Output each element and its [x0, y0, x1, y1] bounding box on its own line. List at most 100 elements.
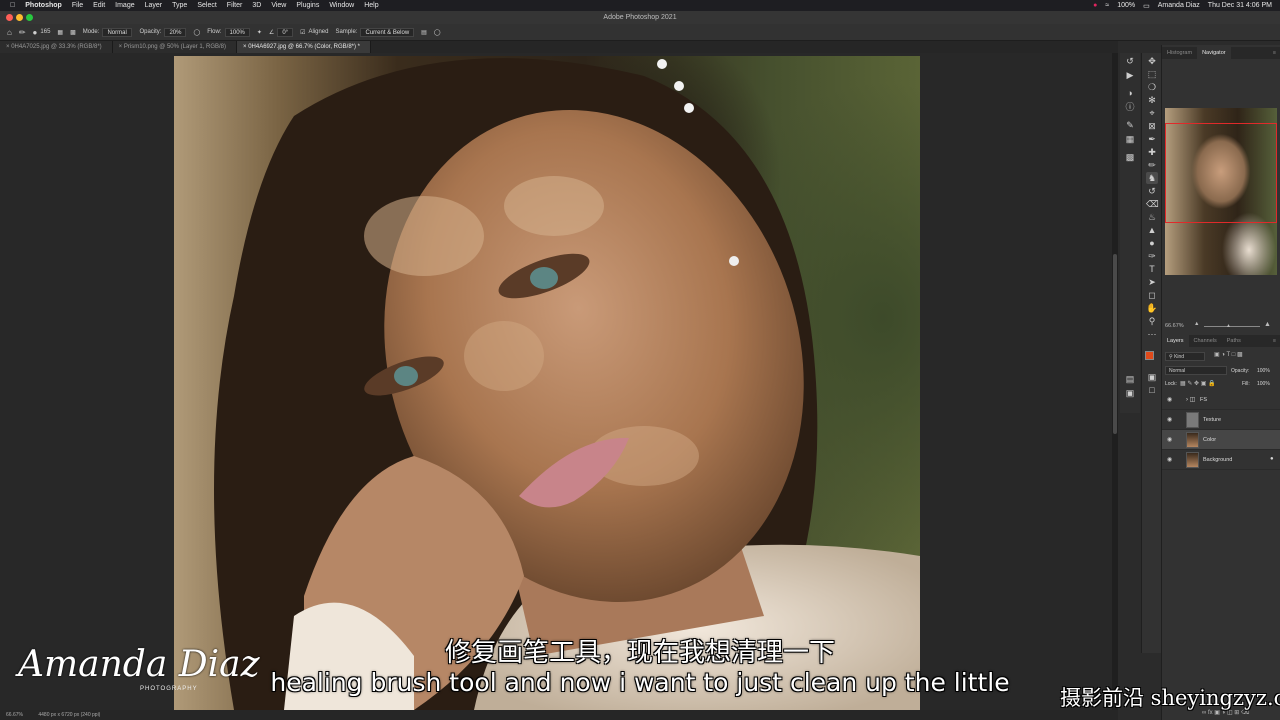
healing-brush-tool-icon[interactable]: ✏	[19, 28, 26, 37]
hand-tool-icon[interactable]: ✋	[1146, 302, 1158, 314]
quick-mask-icon[interactable]: ▣	[1146, 371, 1158, 383]
menu-window[interactable]: Window	[329, 2, 354, 9]
path-selection-tool-icon[interactable]: ➤	[1146, 276, 1158, 288]
adjustments-panel-icon[interactable]: ◑	[1124, 87, 1136, 99]
visibility-eye-icon[interactable]: ◉	[1167, 416, 1172, 423]
clone-source-icon[interactable]: ▩	[70, 29, 76, 36]
layer-color[interactable]: ◉ Color	[1162, 430, 1280, 450]
type-tool-icon[interactable]: T	[1146, 263, 1158, 275]
status-zoom[interactable]: 66.67%	[6, 712, 23, 718]
sample-select[interactable]: Current & Below	[360, 27, 415, 37]
paint-bucket-tool-icon[interactable]: ♨	[1146, 211, 1158, 223]
more-tools-icon[interactable]: ⋯	[1146, 328, 1158, 340]
user-name[interactable]: Amanda Diaz	[1158, 2, 1200, 9]
menu-help[interactable]: Help	[364, 2, 378, 9]
eyedropper-tool-icon[interactable]: ✒	[1146, 133, 1158, 145]
move-tool-icon[interactable]: ✥	[1146, 55, 1158, 67]
zoom-in-icon[interactable]: ▲	[1264, 321, 1271, 328]
libraries-panel-icon[interactable]: ▣	[1124, 387, 1136, 399]
layer-opacity-field[interactable]: 100%	[1257, 368, 1270, 374]
layer-background[interactable]: ◉ Background ●	[1162, 450, 1280, 470]
visibility-eye-icon[interactable]: ◉	[1167, 436, 1172, 443]
blur-tool-icon[interactable]: ▲	[1146, 224, 1158, 236]
close-window-icon[interactable]	[6, 14, 13, 21]
ignore-adjustment-layers-icon[interactable]: ▤	[421, 29, 427, 36]
visibility-eye-icon[interactable]: ◉	[1167, 396, 1172, 403]
brush-preset-picker[interactable]: ● 165	[33, 28, 51, 37]
flow-field[interactable]: 100%	[224, 27, 250, 37]
layer-filter-icons[interactable]: ▣ ◑ T □ ▩	[1214, 351, 1243, 358]
crop-tool-icon[interactable]: ⌖	[1146, 107, 1158, 119]
brush-tool-icon[interactable]: ✏	[1146, 159, 1158, 171]
scrollbar-thumb[interactable]	[1113, 254, 1117, 434]
pen-tool-icon[interactable]: ✑	[1146, 250, 1158, 262]
navigator-zoom-value[interactable]: 66.67%	[1165, 323, 1184, 329]
fill-field[interactable]: 100%	[1257, 381, 1270, 387]
record-icon[interactable]: ●	[1093, 2, 1097, 9]
zoom-slider-handle[interactable]: ▲	[1226, 323, 1231, 329]
marquee-tool-icon[interactable]: ⬚	[1146, 68, 1158, 80]
lock-icon[interactable]: ●	[1270, 456, 1274, 462]
brushes-panel-icon[interactable]: ✎	[1124, 119, 1136, 131]
brush-settings-icon[interactable]: ▦	[57, 29, 63, 36]
spot-healing-tool-icon[interactable]: ✚	[1146, 146, 1158, 158]
menu-3d[interactable]: 3D	[252, 2, 261, 9]
pressure-opacity-icon[interactable]: ◯	[193, 29, 200, 36]
frame-tool-icon[interactable]: ⊠	[1146, 120, 1158, 132]
tab-document-2[interactable]: × Prism10.png @ 50% (Layer 1, RGB/8)	[112, 41, 237, 53]
tab-channels[interactable]: Channels	[1189, 335, 1222, 347]
airbrush-icon[interactable]: ✦	[257, 29, 262, 36]
battery-icon[interactable]: ▭	[1143, 2, 1150, 10]
tab-close-icon[interactable]: ×	[6, 44, 10, 50]
menu-filter[interactable]: Filter	[227, 2, 243, 9]
info-panel-icon[interactable]: ⓘ	[1124, 101, 1136, 113]
properties-panel-icon[interactable]: ▤	[1124, 373, 1136, 385]
tab-document-3[interactable]: × 0H4A6927.jpg @ 66.7% (Color, RGB/8*) *	[237, 41, 372, 53]
menu-type[interactable]: Type	[172, 2, 187, 9]
document-photo[interactable]	[174, 56, 920, 710]
tab-document-1[interactable]: × 0H4A7025.jpg @ 33.3% (RGB/8*)	[0, 41, 113, 53]
aligned-checkbox-icon[interactable]: ☑	[300, 29, 305, 36]
panel-menu-icon[interactable]: ≡	[1268, 47, 1280, 59]
screen-mode-icon[interactable]: □	[1146, 384, 1158, 396]
layer-group-fs[interactable]: ◉ › ◫ FS	[1162, 390, 1280, 410]
swatches-panel-icon[interactable]: ▦	[1124, 133, 1136, 145]
history-brush-tool-icon[interactable]: ↺	[1146, 185, 1158, 197]
dodge-tool-icon[interactable]: ●	[1146, 237, 1158, 249]
apple-icon[interactable]: 	[10, 2, 15, 9]
menu-edit[interactable]: Edit	[93, 2, 105, 9]
visibility-eye-icon[interactable]: ◉	[1167, 456, 1172, 463]
menu-image[interactable]: Image	[115, 2, 134, 9]
quick-select-tool-icon[interactable]: ✻	[1146, 94, 1158, 106]
menu-layer[interactable]: Layer	[145, 2, 163, 9]
tab-layers[interactable]: Layers	[1162, 335, 1189, 347]
tab-close-icon[interactable]: ×	[119, 44, 123, 50]
mode-select[interactable]: Normal	[102, 27, 133, 37]
home-icon[interactable]: ⌂	[7, 28, 12, 37]
layer-texture[interactable]: ◉ Texture	[1162, 410, 1280, 430]
zoom-out-icon[interactable]: ▲	[1194, 321, 1199, 327]
zoom-slider[interactable]	[1204, 326, 1260, 327]
tab-navigator[interactable]: Navigator	[1197, 47, 1231, 59]
tab-histogram[interactable]: Histogram	[1162, 47, 1197, 59]
status-doc-info[interactable]: 4480 px x 6720 px (240 ppi)	[38, 712, 100, 718]
menu-select[interactable]: Select	[197, 2, 216, 9]
blend-mode-select[interactable]: Normal	[1165, 366, 1227, 375]
clock[interactable]: Thu Dec 31 4:06 PM	[1208, 2, 1272, 9]
history-panel-icon[interactable]: ↺	[1124, 55, 1136, 67]
menu-plugins[interactable]: Plugins	[296, 2, 319, 9]
minimize-window-icon[interactable]	[16, 14, 23, 21]
pressure-size-icon[interactable]: ◯	[434, 29, 441, 36]
angle-field[interactable]: 0°	[277, 27, 294, 37]
menu-file[interactable]: File	[72, 2, 83, 9]
clone-source-panel-icon[interactable]: ▩	[1124, 151, 1136, 163]
actions-panel-icon[interactable]: ▶	[1124, 69, 1136, 81]
aligned-control[interactable]: ☑ Aligned	[300, 29, 328, 36]
lock-icons[interactable]: ▦ ✎ ✥ ▣ 🔒	[1180, 380, 1216, 387]
battery-label[interactable]: 100%	[1117, 2, 1135, 9]
lasso-tool-icon[interactable]: ❍	[1146, 81, 1158, 93]
wifi-icon[interactable]: ≈	[1105, 2, 1109, 9]
panel-menu-icon[interactable]: ≡	[1268, 335, 1280, 347]
zoom-tool-icon[interactable]: ⚲	[1146, 315, 1158, 327]
tab-paths[interactable]: Paths	[1222, 335, 1246, 347]
